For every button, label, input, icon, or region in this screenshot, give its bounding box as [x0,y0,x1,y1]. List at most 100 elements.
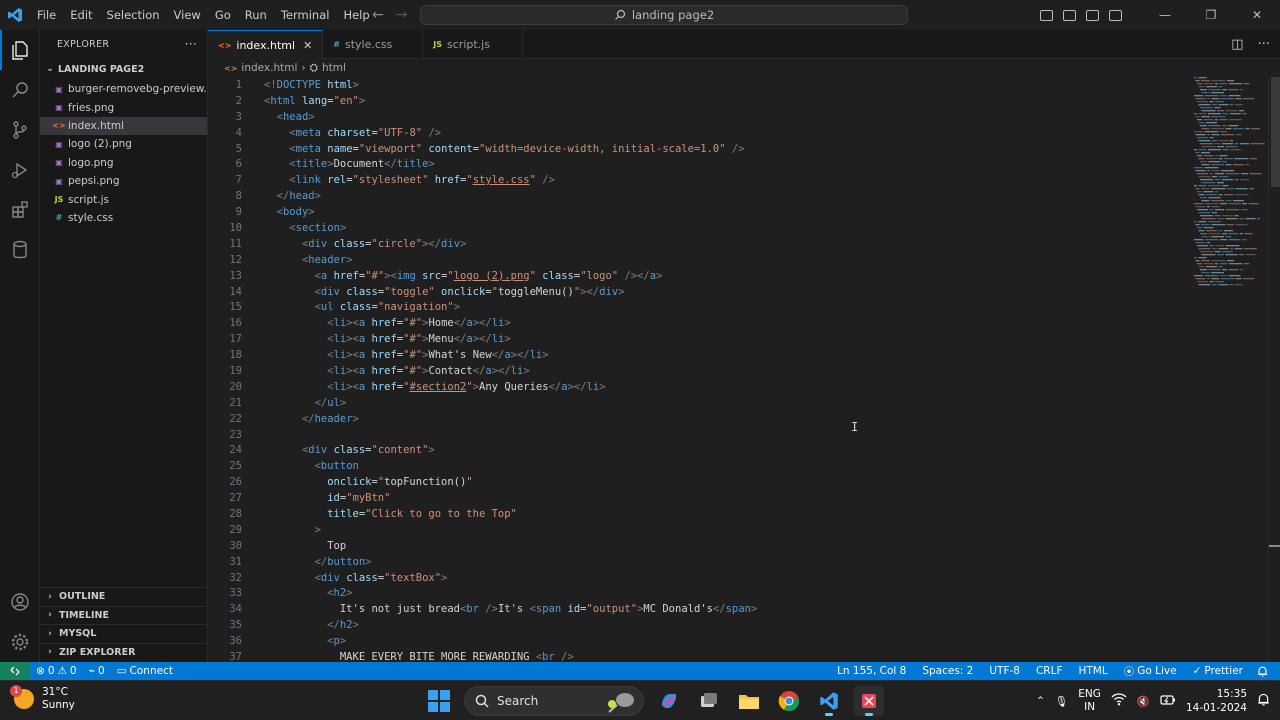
file-name: logo (2).png [68,138,132,151]
remote-indicator-icon[interactable] [0,662,30,680]
line-number: 3 [235,110,242,123]
snipping-tool-icon[interactable] [854,686,884,716]
menu-run[interactable]: Run [238,0,274,30]
explorer-icon[interactable] [0,30,40,70]
manage-gear-icon[interactable] [0,622,40,662]
code-token: link [295,174,321,187]
maximize-button[interactable]: ❐ [1188,0,1234,30]
file-name: burger-removebg-preview.... [68,83,207,96]
start-button[interactable] [424,686,454,716]
code-editor[interactable]: 1 <!DOCTYPE html> 2 <html lang="en"> 3 <head… [208,77,1268,662]
microphone-icon[interactable]: 🎙 [1055,695,1068,708]
minimap[interactable] [1192,77,1268,287]
indentation[interactable]: Spaces: 2 [914,665,981,677]
encoding[interactable]: UTF-8 [981,665,1028,677]
go-live-button[interactable]: ⦿ Go Live [1116,664,1185,679]
file-item[interactable]: <> index.html [40,116,207,136]
menu-selection[interactable]: Selection [100,0,167,30]
notification-bell-icon[interactable] [1257,693,1270,709]
folder-landing-page2[interactable]: ⌄ LANDING PAGE2 [40,58,207,80]
code-text: <li><a href="#">Menu</a></li> [242,333,510,345]
line-number: 7 [235,174,242,187]
database-icon[interactable] [0,230,40,270]
tab-index-html[interactable]: <> index.html ✕ [208,30,324,59]
search-icon[interactable] [0,70,40,110]
file-item[interactable]: ▣ burger-removebg-preview.... [40,80,207,98]
code-token: "UTF-8" [377,126,423,139]
file-item[interactable]: # style.css [40,209,207,227]
editor-scrollbar[interactable] [1268,77,1280,662]
end-of-line[interactable]: CRLF [1028,665,1071,677]
file-explorer-icon[interactable] [734,686,764,716]
section-timeline[interactable]: › TIMELINE [40,605,208,625]
code-text: It's not just bread<br />It's <span id="… [242,603,757,615]
close-tab-icon[interactable]: ✕ [303,39,312,52]
customize-layout-icon[interactable] [1109,9,1122,21]
battery-icon[interactable] [1160,694,1176,709]
task-view-icon[interactable] [694,686,724,716]
command-center[interactable]: landing page2 [420,5,908,25]
notifications-bell-icon[interactable] [1251,666,1274,677]
forward-arrow-icon[interactable]: → [396,7,408,23]
chrome-icon[interactable] [774,686,804,716]
source-control-icon[interactable] [0,110,40,150]
menu-file[interactable]: File [30,0,63,30]
menu-view[interactable]: View [167,0,208,30]
scrollbar-thumb[interactable] [1271,77,1280,187]
more-actions-icon[interactable]: ··· [185,37,197,51]
more-actions-icon[interactable]: ··· [1258,37,1270,52]
tab-script-js[interactable]: JS script.js [423,30,524,59]
menu-help[interactable]: Help [336,0,376,30]
section-zip-explorer[interactable]: › ZIP EXPLORER [40,642,208,662]
code-token: > [656,269,663,282]
close-window-button[interactable]: ✕ [1234,0,1280,30]
tab-style-css[interactable]: # style.css [323,30,424,59]
vscode-taskbar-icon[interactable] [814,686,844,716]
code-token: > [314,523,321,536]
language-mode[interactable]: HTML [1071,665,1116,677]
split-editor-icon[interactable]: ◫ [1231,37,1243,52]
code-token: src [422,269,442,282]
file-item[interactable]: JS script.js [40,190,207,208]
taskbar-search[interactable]: Search [464,686,644,716]
file-item[interactable]: ▣ pepsi.png [40,172,207,190]
code-token: ></ [472,317,492,330]
cursor-position[interactable]: Ln 155, Col 8 [829,665,914,677]
menu-edit[interactable]: Edit [63,0,99,30]
menu-go[interactable]: Go [208,0,238,30]
minimap-segment [1206,86,1217,88]
breadcrumb-file[interactable]: index.html [241,62,297,74]
connect-button[interactable]: ▭ Connect [111,665,179,677]
copilot-icon[interactable] [654,686,684,716]
toggle-primary-sidebar-icon[interactable] [1040,9,1053,21]
prettier-button[interactable]: ✓ Prettier [1185,665,1251,677]
file-item[interactable]: ▣ fries.png [40,98,207,116]
tray-overflow-chevron-icon[interactable]: ⌃ [1036,695,1045,707]
vscode-logo-icon [0,0,30,30]
code-line: 26 onclick="topFunction()" [208,474,1268,490]
input-language[interactable]: ENG IN [1078,688,1101,714]
accounts-icon[interactable] [0,582,40,622]
toggle-secondary-sidebar-icon[interactable] [1086,9,1099,21]
extensions-icon[interactable] [0,190,40,230]
weather-widget[interactable]: 1 31°C Sunny [10,685,75,712]
code-token: </ [384,158,397,171]
code-token: > [441,571,448,584]
file-item[interactable]: ▣ logo (2).png [40,135,207,153]
section-outline[interactable]: › OUTLINE [40,587,208,606]
section-mysql[interactable]: › MYSQL [40,624,208,643]
wifi-icon[interactable] [1111,693,1127,709]
problems-indicator[interactable]: ⊗ 0 ⚠ 0 [30,665,83,677]
file-item[interactable]: ▣ logo.png [40,154,207,172]
menu-terminal[interactable]: Terminal [274,0,337,30]
breadcrumb-symbol[interactable]: html [322,62,346,74]
clock[interactable]: 15:35 14-01-2024 [1186,687,1247,715]
minimize-button[interactable]: — [1142,0,1188,30]
volume-muted-icon[interactable]: 🔇 [1137,695,1150,708]
back-arrow-icon[interactable]: ← [372,7,384,23]
run-debug-icon[interactable] [0,150,40,190]
ports-indicator[interactable]: ⌁ 0 [83,665,111,677]
toggle-panel-icon[interactable] [1063,9,1076,21]
